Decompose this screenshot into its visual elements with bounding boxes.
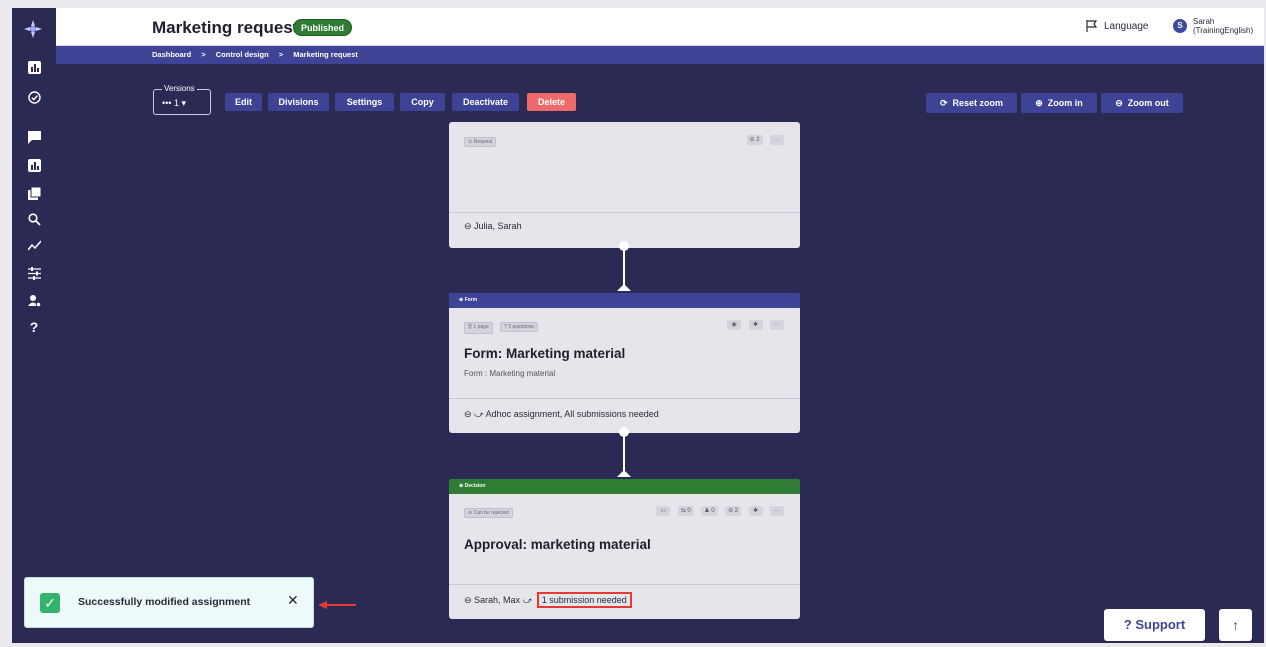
support-button[interactable]: ? Support — [1104, 609, 1205, 641]
language-selector[interactable]: Language — [1086, 20, 1149, 32]
user-name-block: Sarah (TrainingEnglish) — [1193, 17, 1253, 35]
flag-icon — [1086, 20, 1098, 32]
questions-tag: ? 5 questions — [500, 322, 538, 332]
connector-arrow — [617, 470, 631, 477]
breadcrumb-separator: > — [278, 50, 284, 59]
more-options-button[interactable]: ··· — [770, 506, 784, 516]
copy-button[interactable]: Copy — [400, 93, 445, 111]
preview-eye-icon[interactable]: ◉ — [727, 320, 742, 330]
calendar-icon[interactable]: ▭ — [656, 506, 671, 516]
user-settings-icon[interactable] — [24, 291, 44, 309]
form-assignment: ⊖ ⤻ Adhoc assignment, All submissions ne… — [449, 398, 800, 428]
help-icon[interactable]: ? — [24, 318, 44, 336]
breadcrumb-separator: > — [201, 50, 206, 59]
library-icon[interactable] — [24, 184, 44, 202]
avatar: S — [1173, 19, 1187, 33]
breadcrumb-bar: Dashboard > Control design > Marketing r… — [56, 46, 1264, 64]
decision-node-header: ⊕ Decision — [449, 479, 800, 494]
toast-message: Successfully modified assignment — [78, 596, 251, 608]
breadcrumb-current: Marketing request — [293, 50, 358, 59]
left-nav-rail: ? — [12, 8, 56, 643]
user-name: Sarah — [1193, 17, 1215, 26]
reports-icon[interactable] — [24, 156, 44, 174]
decision-node-card[interactable]: ⊕ Decision ⊝ Can be rejected ▭ ⇆ 0 ♟ 0 ⊖… — [449, 479, 800, 619]
user-menu[interactable]: S Sarah (TrainingEnglish) — [1173, 17, 1253, 35]
delete-button[interactable]: Delete — [527, 93, 576, 111]
gear-icon[interactable]: ✱ — [748, 506, 763, 516]
more-options-button[interactable]: ··· — [770, 320, 784, 330]
versions-select[interactable]: Versions ••• 1 ▾ — [153, 84, 211, 115]
zoom-out-icon: ⊖ — [1115, 98, 1123, 108]
app-logo-icon[interactable] — [22, 18, 44, 40]
request-tag: ⊙ Request — [464, 130, 499, 148]
breadcrumb-control-design[interactable]: Control design — [216, 50, 269, 59]
page-header: Marketing request Published Language S S… — [56, 8, 1264, 46]
annotation-arrow-icon — [318, 601, 356, 609]
zoom-in-label: Zoom in — [1047, 98, 1083, 108]
check-circle-icon[interactable] — [24, 88, 44, 106]
versions-value: ••• 1 ▾ — [162, 98, 186, 108]
assignee-count[interactable]: ⊖ 2 — [746, 135, 763, 145]
trend-icon[interactable] — [24, 236, 44, 254]
app-frame: ? Marketing request Published Language S… — [12, 8, 1264, 643]
delegation-count[interactable]: ⇆ 0 — [677, 506, 694, 516]
divisions-button[interactable]: Divisions — [268, 93, 329, 111]
sliders-icon[interactable] — [24, 264, 44, 282]
breadcrumb-dashboard[interactable]: Dashboard — [152, 50, 191, 59]
request-node-card[interactable]: ⊙ Request ⊖ 2 ··· ⊖ Julia, Sarah — [449, 122, 800, 248]
participant-count[interactable]: ♟ 0 — [701, 506, 718, 516]
decision-tags: ⊝ Can be rejected — [464, 501, 516, 519]
request-type-tag: ⊙ Request — [464, 137, 497, 147]
reset-zoom-button[interactable]: ⟳ Reset zoom — [926, 93, 1017, 113]
breadcrumb: Dashboard > Control design > Marketing r… — [152, 50, 366, 59]
form-title: Form: Marketing material — [464, 346, 626, 361]
request-assignees: ⊖ Julia, Sarah — [449, 212, 800, 238]
more-options-button[interactable]: ··· — [770, 135, 784, 145]
edit-button[interactable]: Edit — [225, 93, 262, 111]
form-node-card[interactable]: ⊕ Form 🗎 1 page ? 5 questions ◉ ✱ ··· Fo… — [449, 293, 800, 433]
settings-button[interactable]: Settings — [335, 93, 394, 111]
decision-assignment: ⊖ Sarah, Max ⤻ 1 submission needed — [449, 584, 800, 614]
connector-arrow — [617, 284, 631, 291]
status-badge: Published — [293, 19, 353, 36]
assignee-count[interactable]: ⊖ 2 — [725, 506, 742, 516]
pages-tag: 🗎 1 page — [464, 322, 493, 334]
deactivate-button[interactable]: Deactivate — [452, 93, 519, 111]
can-be-rejected-tag: ⊝ Can be rejected — [464, 508, 513, 518]
zoom-in-icon: ⊕ — [1035, 98, 1043, 108]
form-actions: ◉ ✱ ··· — [724, 313, 784, 331]
decision-title: Approval: marketing material — [464, 537, 651, 552]
decision-assignees: ⊖ Sarah, Max ⤻ — [464, 595, 533, 605]
zoom-out-label: Zoom out — [1127, 98, 1169, 108]
form-node-header: ⊕ Form — [449, 293, 800, 308]
decision-actions: ▭ ⇆ 0 ♟ 0 ⊖ 2 ✱ ··· — [653, 499, 784, 517]
versions-label: Versions — [162, 84, 197, 93]
reset-zoom-label: Reset zoom — [952, 98, 1004, 108]
form-subtitle: Form : Marketing material — [464, 369, 556, 378]
close-icon[interactable]: ✕ — [287, 592, 299, 609]
search-icon[interactable] — [24, 210, 44, 228]
reset-icon: ⟳ — [939, 98, 948, 108]
request-actions: ⊖ 2 ··· — [744, 128, 784, 146]
user-detail: (TrainingEnglish) — [1193, 26, 1254, 35]
check-icon: ✓ — [40, 593, 60, 613]
zoom-in-button[interactable]: ⊕ Zoom in — [1021, 93, 1097, 113]
scroll-to-top-button[interactable]: ↑ — [1219, 609, 1252, 641]
success-toast: ✓ Successfully modified assignment ✕ — [24, 577, 314, 628]
zoom-out-button[interactable]: ⊖ Zoom out — [1101, 93, 1183, 113]
chat-icon[interactable] — [24, 128, 44, 146]
page-title: Marketing request — [152, 18, 299, 37]
submission-requirement-highlight: 1 submission needed — [536, 592, 632, 608]
language-label: Language — [1104, 20, 1149, 32]
dashboard-icon[interactable] — [24, 58, 44, 76]
gear-icon[interactable]: ✱ — [748, 320, 763, 330]
form-tags: 🗎 1 page ? 5 questions — [464, 315, 541, 334]
